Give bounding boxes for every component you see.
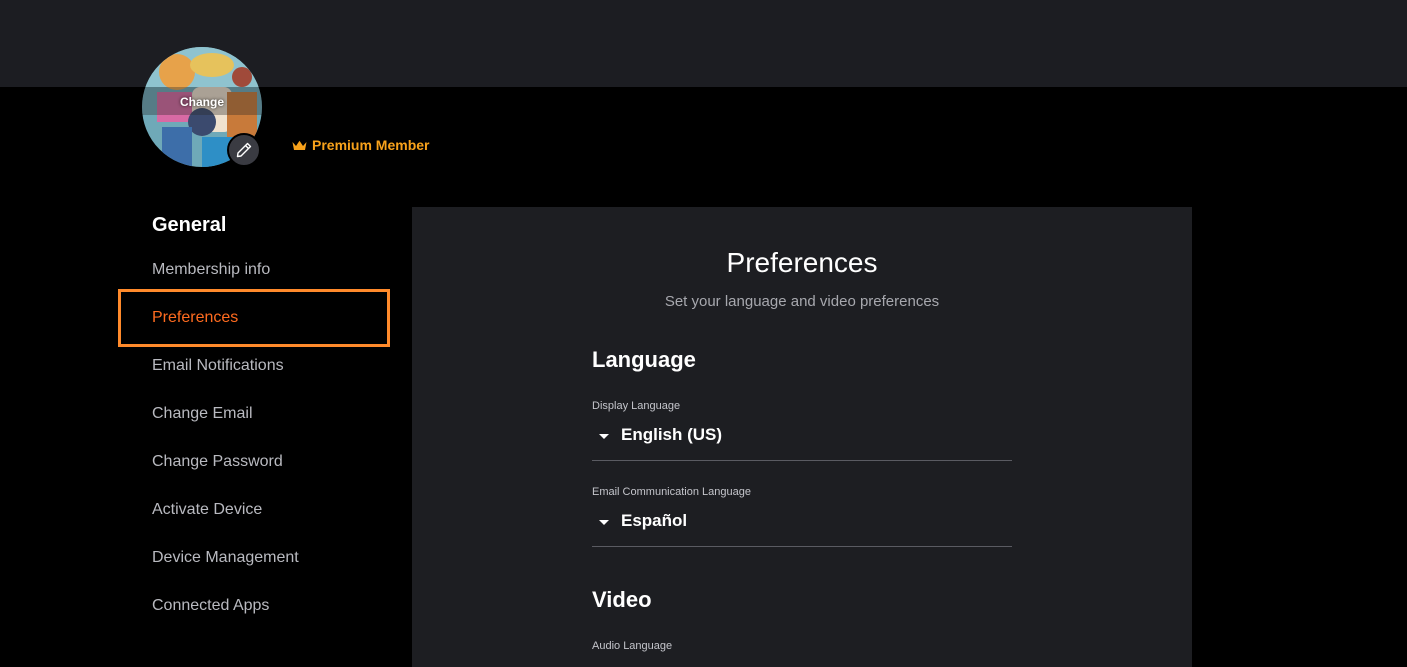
pencil-icon — [236, 142, 252, 158]
sidebar-item-activate-device[interactable]: Activate Device — [152, 501, 262, 519]
display-language-label: Display Language — [592, 400, 681, 412]
premium-member-badge: Premium Member — [292, 137, 429, 153]
sidebar-item-email-notifications[interactable]: Email Notifications — [152, 357, 284, 375]
profile-avatar-area[interactable]: Change — [142, 47, 262, 167]
audio-language-label: Audio Language — [592, 640, 673, 652]
email-language-value: Español — [621, 511, 688, 530]
display-language-select[interactable]: English (US) — [592, 421, 1012, 461]
sidebar-item-connected-apps[interactable]: Connected Apps — [152, 597, 269, 615]
sidebar-heading: General — [152, 214, 227, 236]
display-language-value: English (US) — [621, 425, 723, 444]
page-subtitle: Set your language and video preferences — [664, 293, 940, 310]
email-language-label: Email Communication Language — [592, 486, 751, 498]
language-section-heading: Language — [592, 347, 696, 372]
premium-member-label: Premium Member — [312, 137, 430, 153]
change-avatar-label[interactable]: Change — [142, 95, 262, 109]
email-language-select[interactable]: Español — [592, 507, 1012, 547]
sidebar-item-preferences[interactable]: Preferences — [152, 309, 238, 327]
edit-avatar-button[interactable] — [227, 133, 261, 167]
caret-down-icon — [599, 434, 609, 439]
video-section-heading: Video — [592, 587, 652, 612]
sidebar-item-change-password[interactable]: Change Password — [152, 453, 283, 471]
sidebar-item-change-email[interactable]: Change Email — [152, 405, 253, 423]
sidebar-item-device-management[interactable]: Device Management — [152, 549, 299, 567]
preferences-panel: Preferences Set your language and video … — [412, 207, 1192, 667]
caret-down-icon — [599, 520, 609, 525]
page-title: Preferences — [726, 247, 878, 278]
sidebar-item-membership-info[interactable]: Membership info — [152, 261, 270, 279]
crown-icon — [292, 140, 307, 150]
